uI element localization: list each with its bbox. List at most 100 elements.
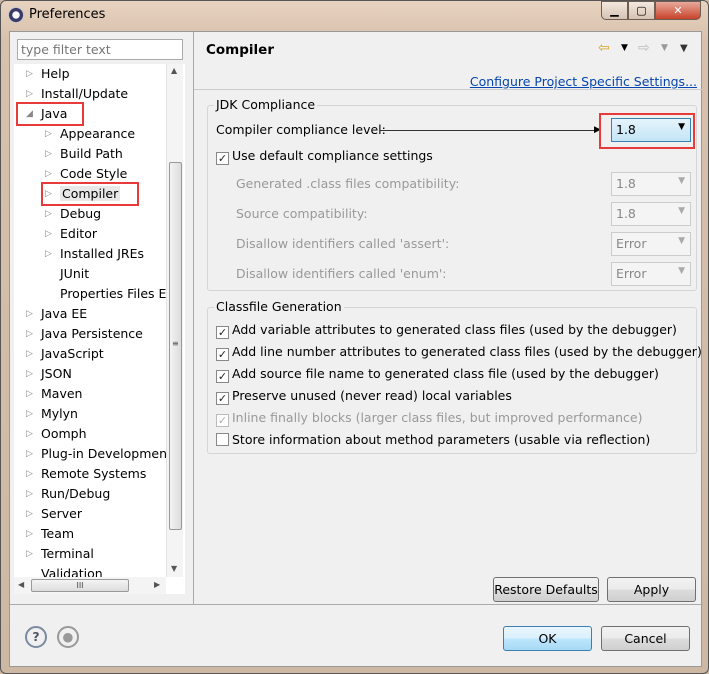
maximize-button[interactable]: ▢ [628,1,655,20]
collapsed-arrow-icon[interactable]: ▷ [45,124,52,144]
scroll-down-icon[interactable]: ▼ [171,564,177,573]
tree-item[interactable]: ▷ Terminal [26,544,94,564]
tree-item[interactable]: ▷ Mylyn [26,404,78,424]
tree-item[interactable]: ▷ Server [26,504,82,524]
compliance-setting-select[interactable]: Error ▼ [611,262,691,286]
arrow-line [380,130,598,131]
tree-vertical-scrollbar[interactable]: ▲ ≡ ▼ [166,64,183,577]
filter-input[interactable] [17,39,183,60]
tree-item[interactable]: ▷ Remote Systems [26,464,146,484]
classfile-option-checkbox[interactable]: ✓ Add line number attributes to generated… [216,344,702,361]
tree-item-label: Code Style [60,166,128,181]
configure-project-settings-link[interactable]: Configure Project Specific Settings... [470,74,697,89]
classfile-option-checkbox[interactable]: ✓ Preserve unused (never read) local vari… [216,388,512,405]
tree-item-label: Install/Update [41,86,129,101]
tree-item[interactable]: ▷ Maven [26,384,83,404]
compliance-setting-label: Disallow identifiers called 'enum': [236,266,447,281]
minimize-button[interactable]: ▁ [601,1,628,20]
tree-item[interactable]: Properties Files Ed [60,284,174,304]
compliance-level-label: Compiler compliance level: [216,122,386,137]
tree-item[interactable]: ▷ Run/Debug [26,484,111,504]
collapsed-arrow-icon[interactable]: ▷ [26,464,33,484]
tree-item[interactable]: ▷ Team [26,524,74,544]
scroll-left-icon[interactable]: ◀ [18,580,24,589]
tree-item[interactable]: ▷ Appearance [45,124,135,144]
collapsed-arrow-icon[interactable]: ▷ [45,164,52,184]
tree-item-label: Properties Files Ed [60,286,175,301]
tree-item[interactable]: ▷ Build Path [45,144,123,164]
highlight-box [599,113,695,149]
jdk-compliance-group: JDK Compliance Compiler compliance level… [207,97,697,291]
collapsed-arrow-icon[interactable]: ▷ [26,364,33,384]
forward-icon[interactable]: ⇨ [638,40,650,56]
tree-item[interactable]: ▷ JSON [26,364,72,384]
compliance-setting-select[interactable]: 1.8 ▼ [611,202,691,226]
compliance-setting-label: Generated .class files compatibility: [236,176,460,191]
view-menu-icon[interactable]: ▼ [680,43,688,54]
tree-item-label: Run/Debug [41,486,111,501]
compliance-setting-select[interactable]: Error ▼ [611,232,691,256]
classfile-option-checkbox[interactable]: Store information about method parameter… [216,432,650,447]
back-icon[interactable]: ⇦ [598,40,610,56]
hscroll-thumb[interactable]: III [31,579,129,592]
tree-item-label: Build Path [60,146,123,161]
collapsed-arrow-icon[interactable]: ▷ [45,224,52,244]
collapsed-arrow-icon[interactable]: ▷ [45,204,52,224]
tree-item[interactable]: ▷ Oomph [26,424,87,444]
tree-item[interactable]: ▷ Java EE [26,304,88,324]
cancel-button[interactable]: Cancel [601,626,690,651]
compliance-setting-select[interactable]: 1.8 ▼ [611,172,691,196]
forward-menu-icon[interactable]: ▼ [661,43,668,53]
collapsed-arrow-icon[interactable]: ▷ [26,384,33,404]
tree-item[interactable]: ▷ Code Style [45,164,128,184]
tree-item-label: Editor [60,226,97,241]
classfile-option-checkbox[interactable]: ✓ Add variable attributes to generated cl… [216,322,677,339]
scroll-up-icon[interactable]: ▲ [171,66,177,75]
tree-item[interactable]: ▷ Java Persistence [26,324,143,344]
collapsed-arrow-icon[interactable]: ▷ [26,64,33,84]
back-menu-icon[interactable]: ▼ [621,43,628,53]
apply-button[interactable]: Apply [607,577,696,602]
collapsed-arrow-icon[interactable]: ▷ [26,304,33,324]
tree-item[interactable]: JUnit [60,264,89,284]
import-export-icon[interactable]: ● [57,626,79,648]
tree-item[interactable]: ▷ JavaScript [26,344,104,364]
tree-item[interactable]: ▷ Install/Update [26,84,129,104]
classfile-option-checkbox[interactable]: ✓ Inline finally blocks (larger class fil… [216,410,643,427]
tree-item[interactable]: ▷ Plug-in Development [26,444,172,464]
tree-item-label: Java EE [41,306,88,321]
tree-horizontal-scrollbar[interactable]: ◀ III ▶ [14,577,166,594]
collapsed-arrow-icon[interactable]: ▷ [45,244,52,264]
restore-defaults-button[interactable]: Restore Defaults [493,577,599,602]
tree-item-label: Plug-in Development [41,446,172,461]
help-icon[interactable]: ? [25,626,47,648]
collapsed-arrow-icon[interactable]: ▷ [26,484,33,504]
close-button[interactable]: ✕ [655,1,701,20]
collapsed-arrow-icon[interactable]: ▷ [26,504,33,524]
window-title: Preferences [29,7,106,22]
collapsed-arrow-icon[interactable]: ▷ [26,84,33,104]
collapsed-arrow-icon[interactable]: ▷ [26,444,33,464]
tree-item[interactable]: ▷ Debug [45,204,101,224]
tree-item-label: Maven [41,386,83,401]
collapsed-arrow-icon[interactable]: ▷ [26,424,33,444]
divider [193,32,194,604]
collapsed-arrow-icon[interactable]: ▷ [45,144,52,164]
compliance-setting-label: Source compatibility: [236,206,368,221]
tree-item-label: JSON [41,366,72,381]
collapsed-arrow-icon[interactable]: ▷ [26,344,33,364]
collapsed-arrow-icon[interactable]: ▷ [26,544,33,564]
collapsed-arrow-icon[interactable]: ▷ [26,524,33,544]
scroll-right-icon[interactable]: ▶ [154,580,160,589]
footer-separator [10,604,703,605]
collapsed-arrow-icon[interactable]: ▷ [26,324,33,344]
tree-item[interactable]: ▷ Help [26,64,70,84]
classfile-option-checkbox[interactable]: ✓ Add source file name to generated class… [216,366,659,383]
ok-button[interactable]: OK [503,626,592,651]
compliance-setting-label: Disallow identifiers called 'assert': [236,236,450,251]
collapsed-arrow-icon[interactable]: ▷ [26,404,33,424]
scroll-thumb[interactable]: ≡ [169,162,182,530]
tree-item[interactable]: ▷ Installed JREs [45,244,144,264]
use-default-compliance-checkbox[interactable]: ✓ Use default compliance settings [216,148,433,165]
tree-item[interactable]: ▷ Editor [45,224,97,244]
